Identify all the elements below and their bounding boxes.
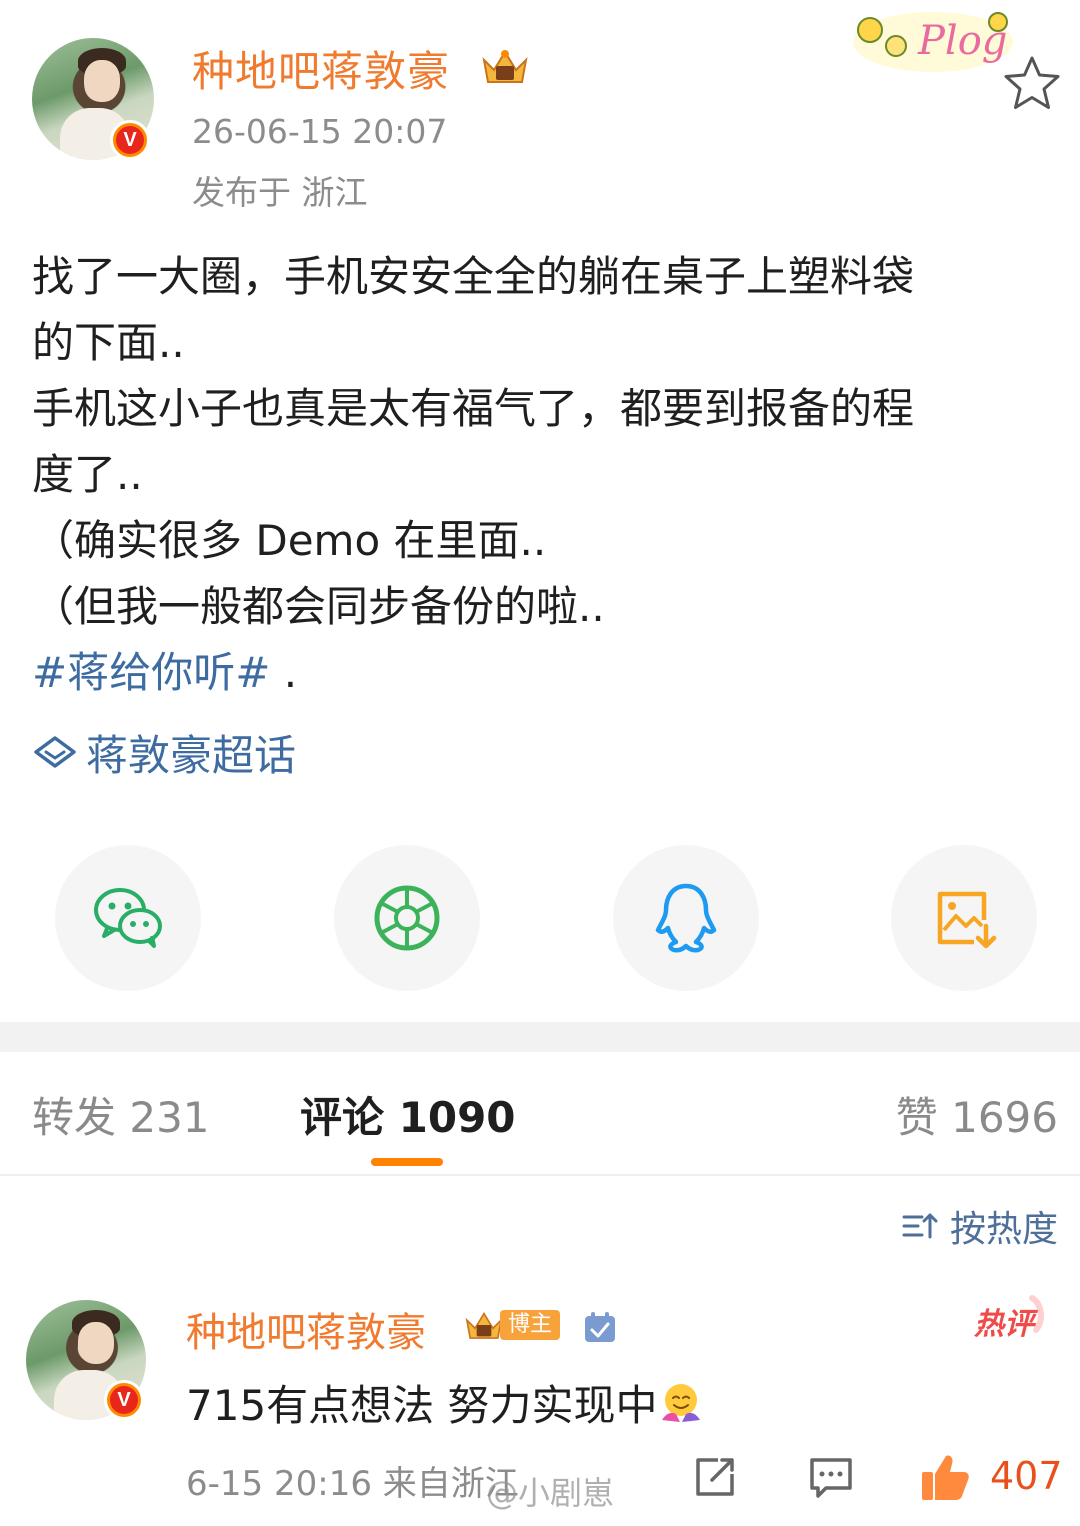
sort-by-hot-button[interactable]: 按热度 [900, 1200, 1058, 1252]
super-topic-diamond-icon [34, 736, 76, 768]
tab-comments[interactable]: 评论 1090 [300, 1084, 516, 1145]
crown-badge-icon [482, 50, 528, 83]
save-image-button[interactable] [891, 845, 1037, 991]
tab-likes[interactable]: 赞 1696 [896, 1084, 1058, 1145]
super-topic-label: 蒋敦豪超话 [86, 730, 297, 780]
plog-sticker-icon: Plog [853, 12, 1013, 72]
share-moments-button[interactable] [334, 845, 480, 991]
verified-badge-icon: V [110, 120, 150, 160]
author-name[interactable]: 种地吧蒋敦豪 [192, 38, 450, 99]
share-wechat-button[interactable] [55, 845, 201, 991]
checkin-calendar-icon [585, 1312, 615, 1342]
author-tag-label: 博主 [500, 1310, 561, 1340]
share-qq-button[interactable] [613, 845, 759, 991]
post-line: （但我一般都会同步备份的啦.. [32, 582, 605, 631]
post-timestamp: 26-06-15 20:07 [192, 112, 448, 151]
hashtag-suffix: . [270, 648, 298, 697]
post-line: 手机这小子也真是太有福气了，都要到报备的程 [32, 384, 915, 433]
hashtag-link[interactable]: #蒋给你听# [32, 648, 270, 697]
reply-comment-icon[interactable] [806, 1452, 856, 1502]
active-tab-indicator [371, 1158, 443, 1166]
comment-text: 715有点想法 努力实现中 [186, 1372, 704, 1433]
share-comment-icon[interactable] [690, 1452, 740, 1502]
svg-text:热评: 热评 [973, 1307, 1039, 1342]
post-line: 的下面.. [32, 318, 185, 367]
sort-label: 按热度 [949, 1209, 1058, 1250]
moments-icon [374, 885, 440, 951]
qq-icon [655, 883, 717, 953]
favorite-star-icon[interactable] [1000, 52, 1064, 116]
comment-verified-badge-icon: V [104, 1380, 144, 1420]
hot-comment-badge: 热评 [973, 1295, 1044, 1342]
author-tag: 博主 [462, 1306, 561, 1344]
comment-author-name[interactable]: 种地吧蒋敦豪 [186, 1300, 426, 1358]
section-separator [0, 1022, 1080, 1052]
comment-time-location: 6-15 20:16 来自浙江 [186, 1464, 519, 1504]
watermark: @小剧崽 [486, 1474, 615, 1512]
comment-text-content: 715有点想法 努力实现中 [186, 1381, 658, 1430]
post-line: 找了一大圈，手机安安全全的躺在桌子上塑料袋 [32, 252, 915, 301]
like-count: 407 [990, 1454, 1063, 1498]
tab-reposts[interactable]: 转发 231 [32, 1084, 210, 1145]
wechat-icon [94, 888, 162, 948]
super-topic-link[interactable]: 蒋敦豪超话 [32, 722, 296, 782]
sort-icon [902, 1213, 938, 1239]
post-line: 度了.. [32, 450, 143, 499]
post-line: （确实很多 Demo 在里面.. [32, 516, 547, 565]
hug-emoji-icon [661, 1384, 700, 1422]
save-image-icon [937, 891, 997, 949]
post-location: 发布于 浙江 [192, 173, 368, 212]
post-body: 找了一大圈，手机安安全全的躺在桌子上塑料袋 的下面.. 手机这小子也真是太有福气… [32, 244, 1062, 706]
tab-divider [0, 1174, 1080, 1176]
like-comment-icon[interactable] [918, 1450, 972, 1504]
